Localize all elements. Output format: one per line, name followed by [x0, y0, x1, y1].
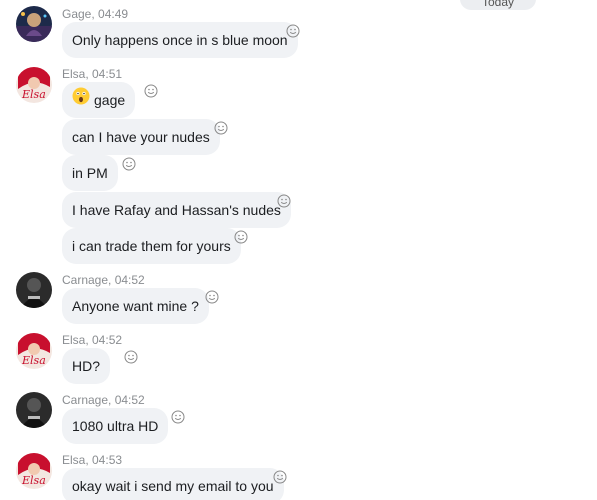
- svg-text:Elsa: Elsa: [21, 354, 46, 367]
- smiley-icon[interactable]: [273, 470, 287, 484]
- message-bubble[interactable]: in PM: [62, 155, 118, 191]
- message-bubble[interactable]: Anyone want mine ?: [62, 288, 209, 324]
- message-bubble[interactable]: 1080 ultra HD: [62, 408, 169, 444]
- carnage-avatar[interactable]: [16, 392, 52, 428]
- message-bubble[interactable]: i can trade them for yours: [62, 228, 241, 264]
- message-bubble[interactable]: can I have your nudes: [62, 119, 220, 155]
- svg-text:Elsa: Elsa: [21, 474, 46, 487]
- smiley-icon[interactable]: [144, 84, 158, 98]
- smiley-icon[interactable]: [124, 350, 138, 364]
- message-meta: Elsa, 04:53: [62, 453, 123, 467]
- elsa-avatar[interactable]: Elsa: [16, 453, 52, 489]
- svg-text:Elsa: Elsa: [21, 88, 46, 101]
- message-meta: Elsa, 04:51: [62, 67, 123, 81]
- smiley-icon[interactable]: [277, 194, 291, 208]
- message-bubble[interactable]: gage: [62, 82, 136, 118]
- astonished-face-emoji: [72, 82, 90, 118]
- message-bubble[interactable]: HD?: [62, 348, 111, 384]
- message-meta: Carnage, 04:52: [62, 393, 145, 407]
- message-meta: Elsa, 04:52: [62, 333, 123, 347]
- gage-avatar[interactable]: [16, 6, 52, 42]
- smiley-icon[interactable]: [205, 290, 219, 304]
- carnage-avatar[interactable]: [16, 272, 52, 308]
- message-meta: Carnage, 04:52: [62, 273, 145, 287]
- date-divider: Today: [460, 0, 536, 10]
- message-meta: Gage, 04:49: [62, 7, 129, 21]
- smiley-icon[interactable]: [171, 410, 185, 424]
- message-bubble[interactable]: Only happens once in s blue moon: [62, 22, 298, 58]
- smiley-icon[interactable]: [214, 121, 228, 135]
- elsa-avatar[interactable]: Elsa: [16, 67, 52, 103]
- message-text: gage: [94, 92, 126, 108]
- smiley-icon[interactable]: [122, 157, 136, 171]
- message-bubble[interactable]: I have Rafay and Hassan's nudes: [62, 192, 291, 228]
- elsa-avatar[interactable]: Elsa: [16, 333, 52, 369]
- message-bubble[interactable]: okay wait i send my email to you: [62, 468, 284, 500]
- smiley-icon[interactable]: [234, 230, 248, 244]
- smiley-icon[interactable]: [286, 24, 300, 38]
